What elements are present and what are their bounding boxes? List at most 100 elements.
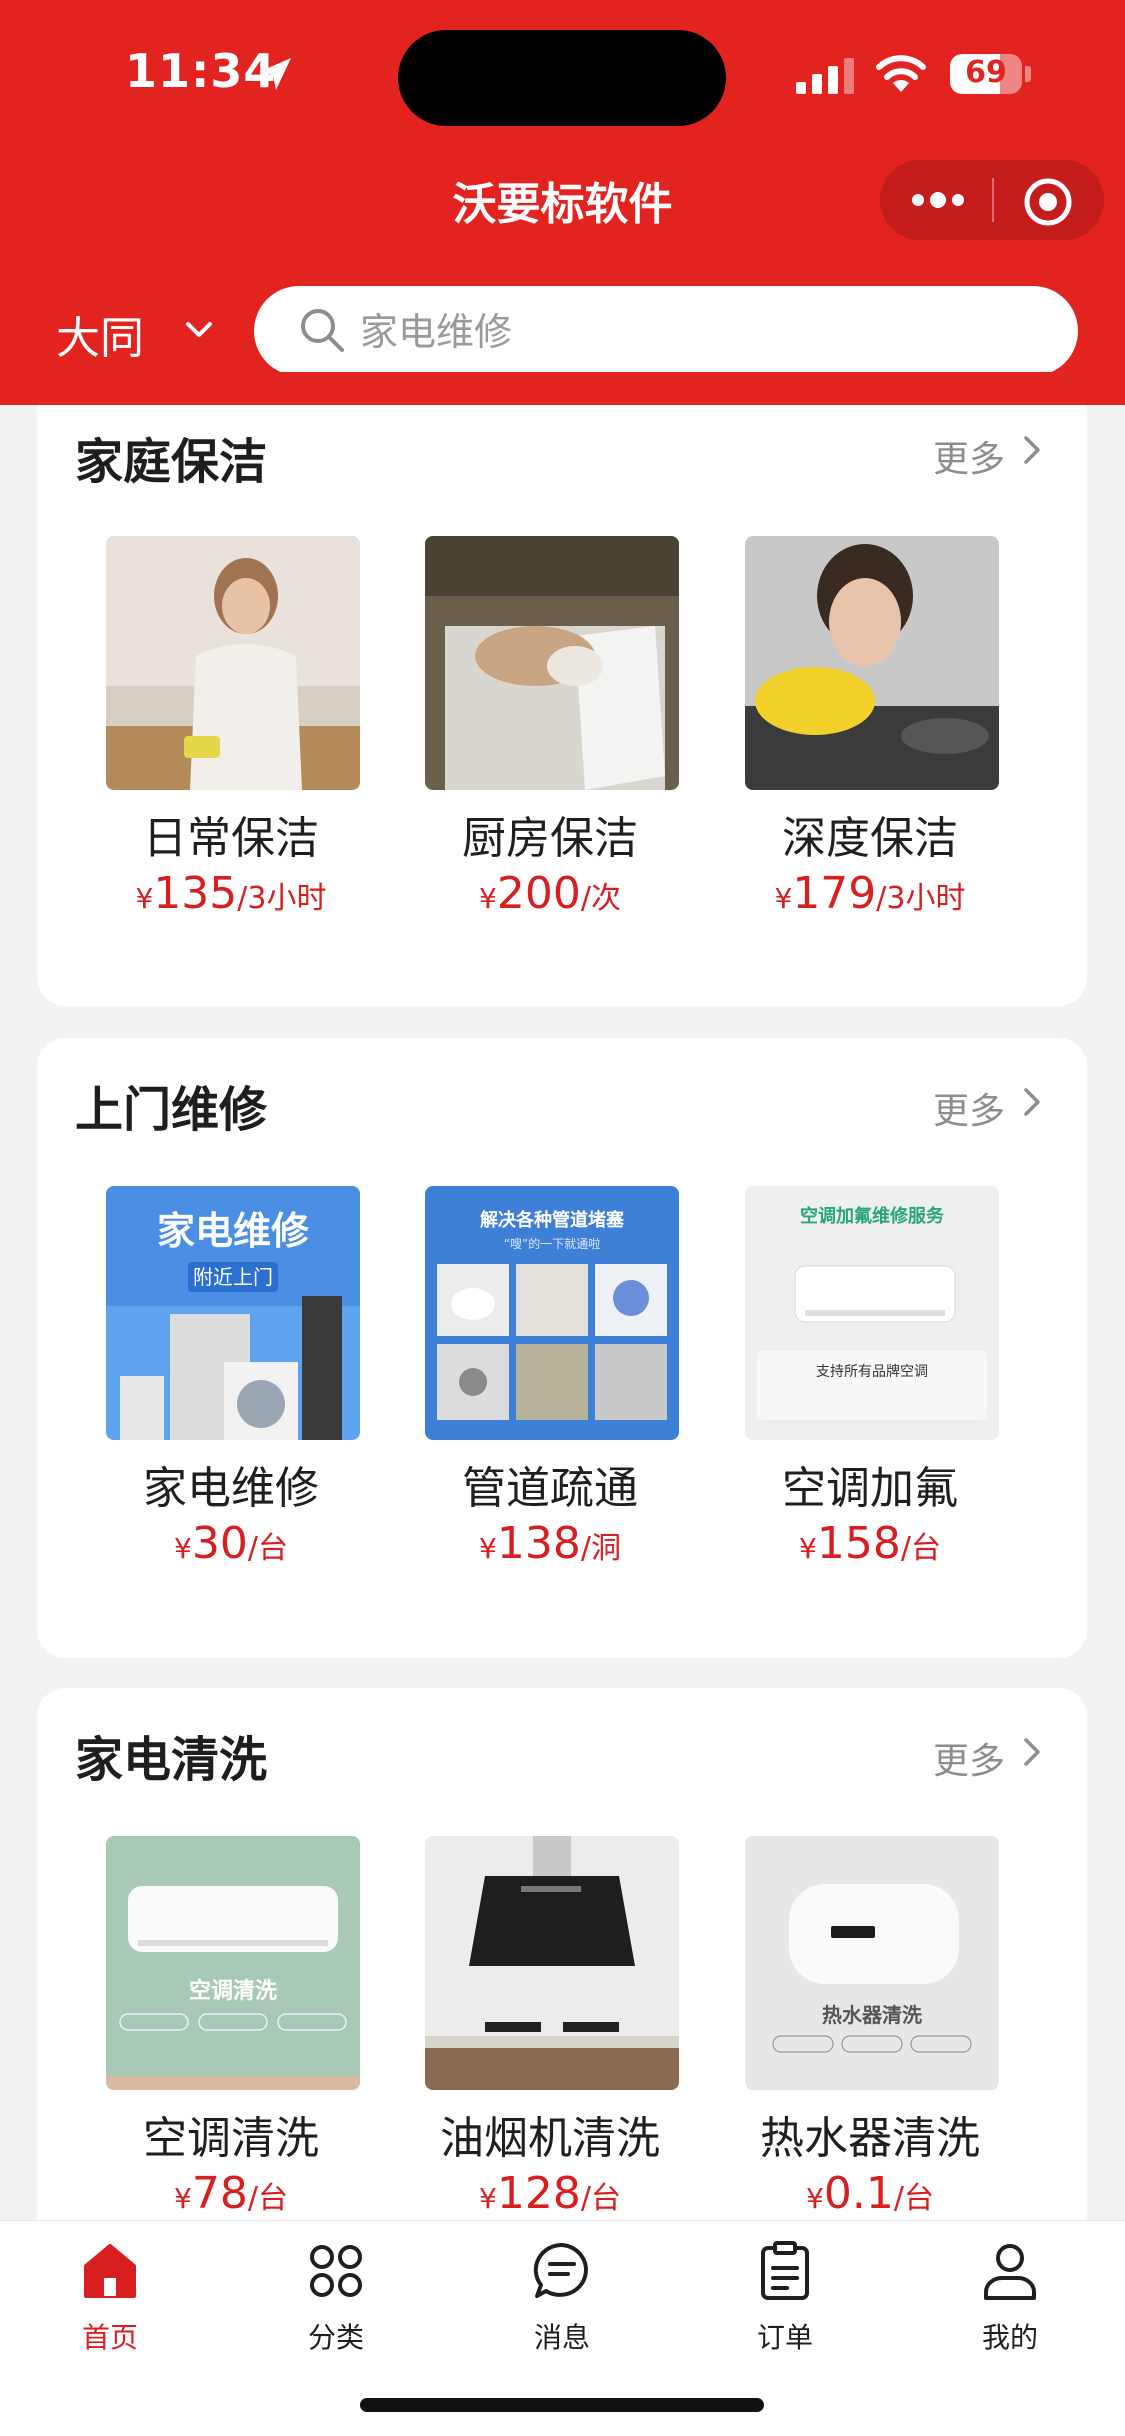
service-name: 热水器清洗 — [760, 2113, 980, 2164]
wifi-icon — [876, 55, 926, 92]
chevron-down-icon[interactable] — [184, 318, 214, 342]
service-item[interactable]: 空调加氟维修服务 支持所有品牌空调 空调加氟 ¥158/台 — [710, 1186, 1030, 1586]
status-bar: 11:34 69 — [0, 0, 1125, 150]
search-input[interactable] — [360, 302, 960, 362]
service-image — [106, 536, 360, 790]
service-item[interactable]: 空调清洗 空调清洗 ¥78/台 — [71, 1836, 391, 2236]
service-price: ¥179/3小时 — [710, 868, 1030, 919]
tab-label: 消息 — [533, 2321, 590, 2354]
tab-category[interactable]: 分类 — [261, 2232, 411, 2362]
currency-symbol: ¥ — [174, 2182, 192, 2215]
service-image: 热水器清洗 — [745, 1836, 999, 2090]
price-value: 128 — [496, 2168, 581, 2219]
service-name: 厨房保洁 — [462, 813, 638, 864]
chevron-right-icon[interactable] — [1021, 1086, 1043, 1118]
service-price: ¥158/台 — [710, 1518, 1030, 1569]
service-price: ¥135/3小时 — [71, 868, 391, 919]
currency-symbol: ¥ — [135, 882, 154, 915]
service-item[interactable]: 日常保洁 ¥135/3小时 — [71, 536, 391, 936]
more-link[interactable]: 更多 — [933, 1082, 1005, 1134]
section-title: 上门维修 — [75, 1082, 268, 1138]
price-unit: /台 — [580, 2181, 621, 2216]
price-unit: /台 — [247, 2181, 288, 2216]
message-icon — [533, 2242, 588, 2298]
dynamic-island — [398, 30, 726, 126]
tab-label: 订单 — [756, 2321, 813, 2354]
service-price: ¥30/台 — [71, 1518, 391, 1569]
service-price: ¥128/台 — [390, 2168, 710, 2219]
location-arrow-icon — [259, 58, 291, 90]
price-value: 200 — [496, 868, 581, 919]
service-image: 家电维修 附近上门 — [106, 1186, 360, 1440]
service-price: ¥138/洞 — [390, 1518, 710, 1569]
capsule-divider — [992, 178, 994, 222]
image-caption: 支持所有品牌空调 — [816, 1363, 928, 1380]
battery-tip — [1025, 66, 1031, 82]
service-image: 空调加氟维修服务 支持所有品牌空调 — [745, 1186, 999, 1440]
category-icon — [310, 2245, 362, 2297]
currency-symbol: ¥ — [799, 1532, 817, 1565]
city-selector[interactable]: 大同 — [56, 302, 144, 366]
price-unit: /台 — [893, 2181, 934, 2216]
service-image — [425, 1836, 679, 2090]
chevron-right-icon[interactable] — [1021, 1736, 1043, 1768]
price-value: 138 — [496, 1518, 581, 1569]
tab-orders[interactable]: 订单 — [710, 2232, 860, 2362]
cellular-signal-icon — [796, 58, 854, 94]
price-value: 0.1 — [823, 2168, 894, 2219]
currency-symbol: ¥ — [479, 882, 497, 915]
service-item[interactable]: 家电维修 附近上门 家电维修 ¥30/台 — [71, 1186, 391, 1586]
tab-label: 首页 — [81, 2321, 138, 2354]
price-unit: /次 — [580, 881, 621, 916]
profile-icon — [984, 2244, 1036, 2300]
image-caption: 空调加氟维修服务 — [800, 1205, 945, 1227]
service-image: 空调清洗 — [106, 1836, 360, 2090]
price-value: 78 — [191, 2168, 248, 2219]
service-image: 解决各种管道堵塞 “嗖”的一下就通啦 — [425, 1186, 679, 1440]
price-value: 158 — [816, 1518, 901, 1569]
more-options-icon[interactable] — [906, 182, 970, 218]
price-unit: /台 — [247, 1531, 288, 1566]
service-item[interactable]: 热水器清洗 热水器清洗 ¥0.1/台 — [710, 1836, 1030, 2236]
image-caption: 家电维修 — [157, 1209, 310, 1253]
price-unit: /洞 — [580, 1531, 621, 1566]
service-name: 空调加氟 — [782, 1463, 958, 1514]
service-item[interactable]: 油烟机清洗 ¥128/台 — [390, 1836, 710, 2236]
tab-messages[interactable]: 消息 — [487, 2232, 637, 2362]
service-item[interactable]: 解决各种管道堵塞 “嗖”的一下就通啦 管道疏通 ¥138/洞 — [390, 1186, 710, 1586]
service-price: ¥200/次 — [390, 868, 710, 919]
section-card-repair: 上门维修 更多 家电维修 附近上门 家电维修 ¥30/台 解决各种管道堵塞 “嗖… — [37, 1038, 1087, 1658]
tab-home[interactable]: 首页 — [35, 2232, 185, 2362]
chevron-right-icon[interactable] — [1021, 434, 1043, 466]
service-name: 油烟机清洗 — [440, 2113, 660, 2164]
header-bottom-edge — [0, 372, 1125, 405]
more-link[interactable]: 更多 — [933, 1732, 1005, 1784]
price-unit: /台 — [900, 1531, 941, 1566]
section-title: 家庭保洁 — [75, 434, 268, 490]
tab-profile[interactable]: 我的 — [935, 2232, 1085, 2362]
home-indicator — [360, 2398, 764, 2412]
price-value: 30 — [191, 1518, 248, 1569]
more-link[interactable]: 更多 — [933, 430, 1005, 482]
section-title: 家电清洗 — [75, 1732, 268, 1788]
search-icon — [301, 309, 344, 352]
image-caption: “嗖”的一下就通啦 — [504, 1236, 600, 1251]
image-caption: 解决各种管道堵塞 — [480, 1209, 625, 1231]
price-unit: /3小时 — [237, 881, 327, 916]
image-caption: 空调清洗 — [189, 1978, 277, 2004]
tab-label: 我的 — [981, 2321, 1038, 2354]
service-item[interactable]: 厨房保洁 ¥200/次 — [390, 536, 710, 936]
service-image — [745, 536, 999, 790]
currency-symbol: ¥ — [774, 882, 793, 915]
close-mini-program-icon[interactable] — [1022, 176, 1074, 228]
service-item[interactable]: 深度保洁 ¥179/3小时 — [710, 536, 1030, 936]
section-card-appliance-cleaning: 家电清洗 更多 空调清洗 空调清洗 ¥78/台 油烟机清洗 ¥128/台 热水器… — [37, 1688, 1087, 2308]
order-icon — [761, 2241, 809, 2300]
service-name: 空调清洗 — [143, 2113, 319, 2164]
currency-symbol: ¥ — [806, 2182, 824, 2215]
image-caption: 热水器清洗 — [822, 2003, 922, 2027]
battery-indicator: 69 — [950, 54, 1022, 94]
service-name: 家电维修 — [143, 1463, 319, 1514]
price-unit: /3小时 — [876, 881, 966, 916]
home-icon — [84, 2244, 136, 2298]
